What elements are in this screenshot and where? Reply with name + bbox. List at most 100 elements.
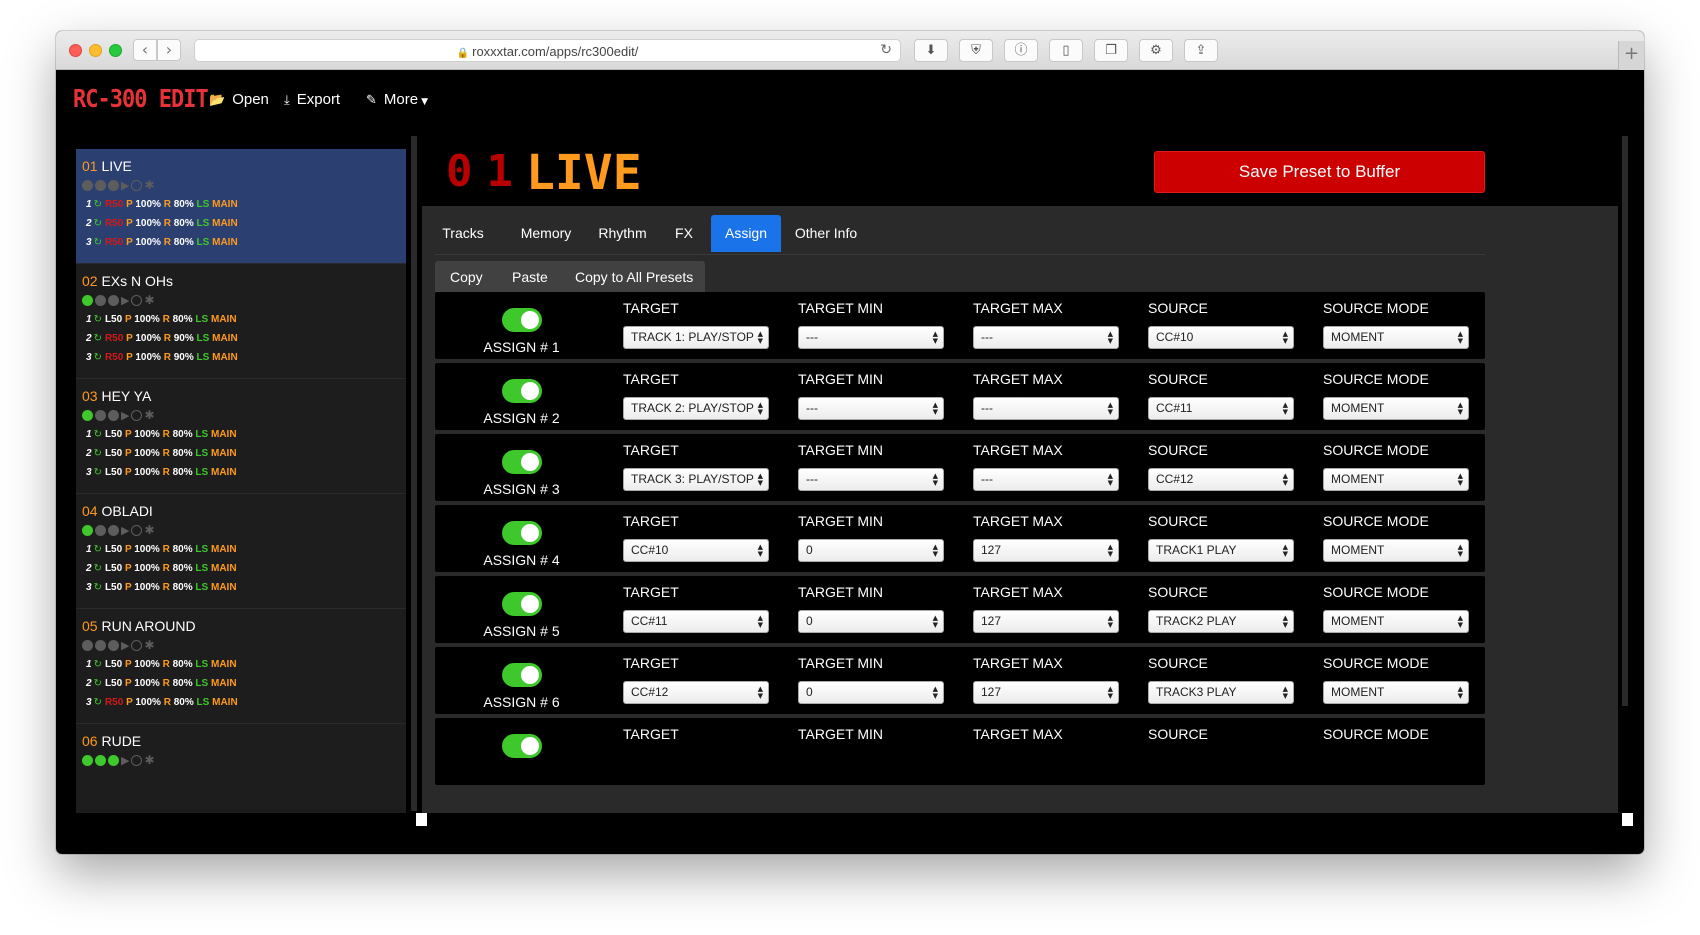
target-max-select[interactable]: 127 ▲ ▼ <box>973 610 1119 633</box>
tab-memory[interactable]: Memory <box>505 215 587 252</box>
track-indicator-dot <box>82 525 93 536</box>
zoom-window-button[interactable] <box>109 44 122 57</box>
track-pan: L50 <box>104 314 123 325</box>
target-max-select[interactable]: 127 ▲ ▼ <box>973 681 1119 704</box>
loop-sync-label: LS <box>195 563 209 574</box>
select-arrows-icon: ▲ ▼ <box>757 471 763 487</box>
open-menu[interactable]: 📂 Open <box>209 91 269 108</box>
target-min-select[interactable]: --- ▲ ▼ <box>798 397 944 420</box>
select-value: --- <box>806 401 818 415</box>
source-mode-select[interactable]: MOMENT ▲ ▼ <box>1323 610 1469 633</box>
target-min-select[interactable]: --- ▲ ▼ <box>798 468 944 491</box>
target-min-select[interactable]: 0 ▲ ▼ <box>798 539 944 562</box>
column-label: TARGET MAX <box>973 442 1063 458</box>
preset-item[interactable]: 03 HEY YA ▶ ✱ 1 ↻ L50 P 100% R 80% LS MAIN 2 ↻ L… <box>76 379 406 494</box>
download-icon[interactable]: ⬇ <box>914 39 948 62</box>
assign-enable-toggle[interactable] <box>502 663 542 687</box>
select-value: MOMENT <box>1331 685 1385 699</box>
track-pan: L50 <box>104 448 123 459</box>
source-select[interactable]: CC#11 ▲ ▼ <box>1148 397 1294 420</box>
tabs-icon[interactable]: ❐ <box>1094 39 1128 62</box>
track-number: 1 <box>86 314 92 325</box>
source-mode-select[interactable]: MOMENT ▲ ▼ <box>1323 397 1469 420</box>
assign-enable-toggle[interactable] <box>502 521 542 545</box>
copy-button[interactable]: Copy <box>450 261 483 293</box>
play-level-label: P <box>126 352 133 363</box>
back-icon[interactable]: ‹ <box>133 39 157 61</box>
minimize-window-button[interactable] <box>89 44 102 57</box>
source-select[interactable]: TRACK3 PLAY ▲ ▼ <box>1148 681 1294 704</box>
source-select[interactable]: TRACK2 PLAY ▲ ▼ <box>1148 610 1294 633</box>
track-pan: L50 <box>104 467 123 478</box>
tab-fx[interactable]: FX <box>661 215 707 252</box>
preset-item[interactable]: 05 RUN AROUND ▶ ✱ 1 ↻ L50 P 100% R 80% LS MAI… <box>76 609 406 724</box>
tab-tracks[interactable]: Tracks <box>435 215 491 252</box>
target-select[interactable]: TRACK 3: PLAY/STOP ▲ ▼ <box>623 468 769 491</box>
more-menu[interactable]: ✎ More ▼ <box>366 91 428 108</box>
record-icon <box>131 180 143 191</box>
copy-to-all-presets-button[interactable]: Copy to All Presets <box>575 261 693 293</box>
track-summary: 3 ↻ L50 P 100% R 80% LS MAIN <box>82 467 400 479</box>
app-brand[interactable]: RC-300 EDIT <box>73 85 209 114</box>
column-label: TARGET <box>623 371 679 387</box>
export-menu[interactable]: ⤓ Export <box>284 91 340 108</box>
address-bar[interactable]: 🔒 roxxxtar.com/apps/rc300edit/ ↻ <box>194 39 901 62</box>
track-status-indicators: ▶ ✱ <box>82 179 400 192</box>
source-mode-select[interactable]: MOMENT ▲ ▼ <box>1323 539 1469 562</box>
tab-assign[interactable]: Assign <box>711 215 781 252</box>
target-select[interactable]: TRACK 1: PLAY/STOP ▲ ▼ <box>623 326 769 349</box>
assign-enable-toggle[interactable] <box>502 450 542 474</box>
target-select[interactable]: CC#11 ▲ ▼ <box>623 610 769 633</box>
target-max-select[interactable]: 127 ▲ ▼ <box>973 539 1119 562</box>
target-select[interactable]: CC#12 ▲ ▼ <box>623 681 769 704</box>
assign-enable-toggle[interactable] <box>502 308 542 332</box>
select-value: MOMENT <box>1331 401 1385 415</box>
preset-item[interactable]: 02 EXs N OHs ▶ ✱ 1 ↻ L50 P 100% R 80% LS MAIN… <box>76 264 406 379</box>
record-icon <box>131 525 143 536</box>
source-mode-select[interactable]: MOMENT ▲ ▼ <box>1323 326 1469 349</box>
target-select[interactable]: TRACK 2: PLAY/STOP ▲ ▼ <box>623 397 769 420</box>
source-mode-select[interactable]: MOMENT ▲ ▼ <box>1323 681 1469 704</box>
rec-level-value: 80% <box>172 429 193 440</box>
target-min-select[interactable]: 0 ▲ ▼ <box>798 681 944 704</box>
assign-enable-toggle[interactable] <box>502 592 542 616</box>
tab-rhythm[interactable]: Rhythm <box>587 215 658 252</box>
new-tab-icon[interactable]: + <box>1618 41 1644 70</box>
source-select[interactable]: CC#12 ▲ ▼ <box>1148 468 1294 491</box>
target-min-select[interactable]: 0 ▲ ▼ <box>798 610 944 633</box>
preset-item[interactable]: 04 OBLADI ▶ ✱ 1 ↻ L50 P 100% R 80% LS MAIN 2 ↻ L… <box>76 494 406 609</box>
shield-icon[interactable]: ⛨ <box>959 39 993 62</box>
select-value: --- <box>981 401 993 415</box>
sidebar-icon[interactable]: ▯ <box>1049 39 1083 62</box>
preset-item[interactable]: 06 RUDE ▶ ✱ <box>76 724 406 813</box>
source-select[interactable]: CC#10 ▲ ▼ <box>1148 326 1294 349</box>
track-summary: 3 ↻ R50 P 100% R 80% LS MAIN <box>82 237 400 249</box>
gear-icon[interactable]: ⚙ <box>1139 39 1173 62</box>
sidebar-scrollbar[interactable] <box>411 136 417 811</box>
share-icon[interactable]: ⇪ <box>1184 39 1218 62</box>
info-icon[interactable]: ⓘ <box>1004 39 1038 62</box>
edit-icon: ✎ <box>366 93 377 108</box>
column-label: TARGET MIN <box>798 371 884 387</box>
source-select[interactable]: TRACK1 PLAY ▲ ▼ <box>1148 539 1294 562</box>
target-max-select[interactable]: --- ▲ ▼ <box>973 397 1119 420</box>
reload-icon[interactable]: ↻ <box>880 42 892 58</box>
target-select[interactable]: CC#10 ▲ ▼ <box>623 539 769 562</box>
preset-item[interactable]: 01 LIVE ▶ ✱ 1 ↻ R50 P 100% R 80% LS MAIN 2 ↻ R50… <box>76 149 406 264</box>
forward-icon[interactable]: › <box>157 39 181 61</box>
loop-icon: ↻ <box>93 218 102 229</box>
close-window-button[interactable] <box>69 44 82 57</box>
target-min-select[interactable]: --- ▲ ▼ <box>798 326 944 349</box>
target-max-select[interactable]: --- ▲ ▼ <box>973 326 1119 349</box>
tab-other-info[interactable]: Other Info <box>781 215 871 252</box>
target-max-select[interactable]: --- ▲ ▼ <box>973 468 1119 491</box>
main-scrollbar[interactable] <box>1622 136 1628 706</box>
save-preset-button[interactable]: Save Preset to Buffer <box>1154 151 1485 193</box>
loop-icon: ↻ <box>93 563 102 574</box>
assign-enable-toggle[interactable] <box>502 379 542 403</box>
assign-label: ASSIGN # 4 <box>483 552 560 568</box>
assign-enable-toggle[interactable] <box>502 734 542 758</box>
paste-button[interactable]: Paste <box>512 261 548 293</box>
source-mode-select[interactable]: MOMENT ▲ ▼ <box>1323 468 1469 491</box>
loop-icon: ↻ <box>93 199 102 210</box>
